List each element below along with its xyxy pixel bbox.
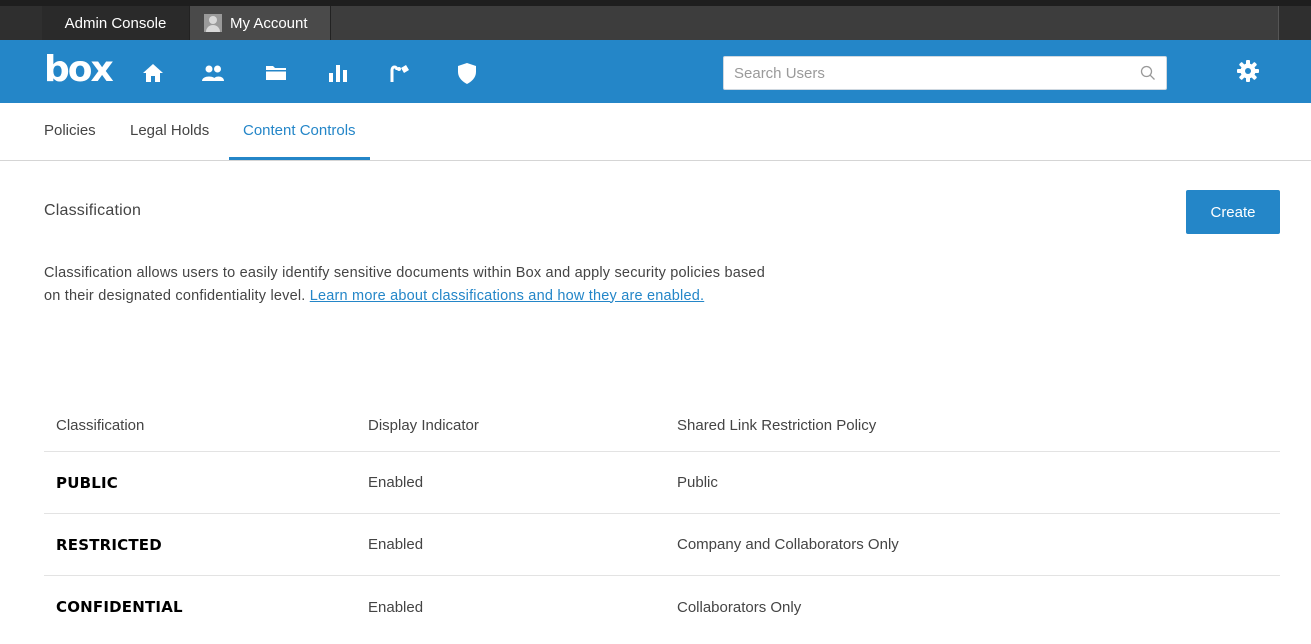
gear-icon[interactable] [1235,58,1261,84]
cell-display-indicator: Enabled [368,474,424,491]
column-header-display-indicator[interactable]: Display Indicator [368,417,677,434]
cell-policy: Collaborators Only [677,598,802,616]
table-header: Classification Display Indicator Shared … [44,400,1280,452]
search-icon[interactable] [1140,65,1156,81]
tab-strip-padding [0,6,42,40]
classification-table: Classification Display Indicator Shared … [44,400,1280,638]
learn-more-link[interactable]: Learn more about classifications and how… [310,288,704,304]
shield-icon[interactable] [454,60,480,86]
cell-classification: RESTRICTED [56,535,162,554]
tab-legal-holds[interactable]: Legal Holds [116,103,223,160]
cell-classification: PUBLIC [56,473,118,492]
window-tab-bar: Admin Console My Account [0,0,1311,40]
account-avatar-icon [204,14,222,32]
tab-my-account[interactable]: My Account [189,6,331,40]
tab-strip-edge [1278,6,1311,40]
tab-admin-console[interactable]: Admin Console [42,6,189,40]
cell-policy: Company and Collaborators Only [677,536,899,553]
cell-display-indicator: Enabled [368,536,424,553]
users-icon[interactable] [200,60,226,86]
sub-navigation: Policies Legal Holds Content Controls [0,103,1311,161]
apps-icon[interactable] [387,60,413,86]
cell-classification: CONFIDENTIAL [56,598,183,616]
folder-icon[interactable] [263,60,289,86]
section-title: Classification [44,202,142,219]
column-header-policy[interactable]: Shared Link Restriction Policy [677,417,1280,434]
search-box[interactable] [723,56,1167,90]
tab-policies[interactable]: Policies [30,103,110,160]
reports-icon[interactable] [325,60,351,86]
create-button[interactable]: Create [1186,190,1280,234]
search-input[interactable] [724,57,1124,89]
column-header-classification[interactable]: Classification [44,417,368,434]
table-row[interactable]: CONFIDENTIAL Enabled Collaborators Only [44,576,1280,638]
app-header: box [0,40,1311,103]
table-row[interactable]: RESTRICTED Enabled Company and Collabora… [44,514,1280,576]
box-logo[interactable]: box [44,50,114,90]
description: Classification allows users to easily id… [44,262,784,307]
table-row[interactable]: PUBLIC Enabled Public [44,452,1280,514]
tab-admin-console-label: Admin Console [64,14,167,32]
cell-policy: Public [677,474,718,491]
home-icon[interactable] [140,60,166,86]
cell-display-indicator: Enabled [368,598,424,616]
tab-content-controls[interactable]: Content Controls [229,103,370,160]
tab-my-account-label: My Account [230,14,308,32]
